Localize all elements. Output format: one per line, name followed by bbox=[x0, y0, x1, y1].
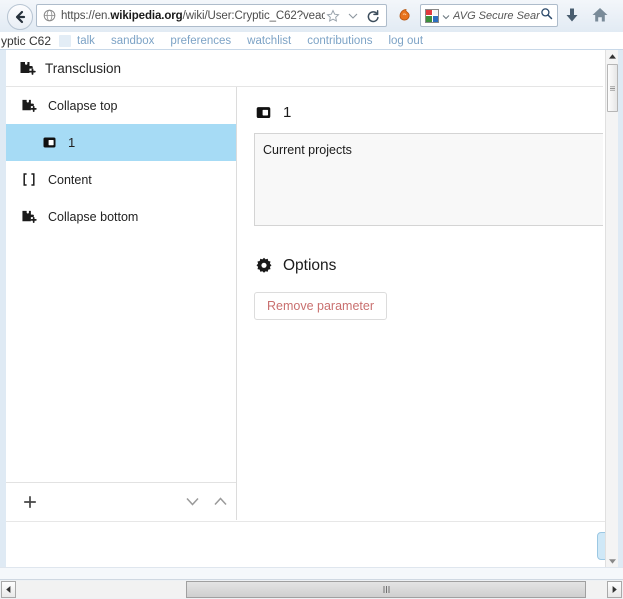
parameter-value-input[interactable] bbox=[254, 133, 603, 226]
triangle-up-icon[interactable] bbox=[606, 50, 618, 62]
search-input[interactable]: AVG Secure Search bbox=[453, 10, 540, 22]
vertical-scrollbar-thumb[interactable] bbox=[607, 64, 618, 112]
back-button[interactable] bbox=[7, 4, 33, 30]
remove-parameter-button[interactable]: Remove parameter bbox=[254, 292, 387, 320]
options-heading-label: Options bbox=[283, 256, 337, 274]
sidebar-item-content[interactable]: Content bbox=[6, 161, 236, 198]
puzzle-plus-icon bbox=[20, 97, 38, 115]
puzzle-plus-icon bbox=[18, 59, 36, 77]
parameter-icon bbox=[254, 103, 272, 121]
sidebar-item-label: 1 bbox=[68, 135, 76, 150]
download-arrow-icon[interactable] bbox=[563, 6, 581, 25]
sidebar-item-label: Collapse bottom bbox=[48, 209, 139, 224]
options-heading: Options bbox=[254, 256, 603, 275]
window-frame-bottom bbox=[0, 567, 623, 579]
parameter-icon bbox=[40, 134, 58, 152]
window-frame-right bbox=[618, 50, 623, 567]
gear-icon bbox=[254, 256, 273, 275]
dialog-main-panel: 1 Options Remove parameter bbox=[238, 87, 603, 520]
nav-link-preferences[interactable]: preferences bbox=[170, 35, 231, 47]
back-arrow-icon bbox=[13, 10, 27, 24]
sidebar-item-parameter-1[interactable]: 1 bbox=[6, 124, 236, 161]
parameter-heading-label: 1 bbox=[283, 103, 292, 121]
wiki-user-nav: yptic C62 talk sandbox preferences watch… bbox=[0, 32, 623, 50]
user-menu-icon[interactable] bbox=[59, 34, 72, 47]
page-viewport: Transclusion Collapse top 1 Content Coll… bbox=[6, 50, 611, 567]
chevron-up-icon[interactable] bbox=[208, 491, 232, 513]
grip-icon bbox=[383, 586, 389, 593]
browser-toolbar: https://en.wikipedia.org/wiki/User:Crypt… bbox=[0, 0, 623, 32]
nav-link-talk[interactable]: talk bbox=[77, 35, 95, 47]
nav-link-sandbox[interactable]: sandbox bbox=[111, 35, 154, 47]
address-bar[interactable]: https://en.wikipedia.org/wiki/User:Crypt… bbox=[36, 4, 387, 27]
chevron-down-icon[interactable] bbox=[345, 8, 360, 24]
globe-icon bbox=[42, 9, 56, 23]
transclusion-dialog: Transclusion Collapse top 1 Content Coll… bbox=[6, 50, 603, 520]
sidebar-toolbar bbox=[6, 482, 236, 520]
wiki-username[interactable]: yptic C62 bbox=[0, 34, 51, 48]
search-bar[interactable]: AVG Secure Search bbox=[420, 4, 558, 27]
sidebar-item-label: Content bbox=[48, 172, 92, 187]
sidebar-item-collapse-top[interactable]: Collapse top bbox=[6, 87, 236, 124]
dialog-below-area bbox=[6, 521, 611, 567]
home-icon[interactable] bbox=[590, 5, 610, 25]
search-icon[interactable] bbox=[540, 7, 553, 25]
horizontal-scrollbar[interactable] bbox=[0, 579, 623, 599]
orange-extension-icon[interactable] bbox=[396, 6, 414, 24]
sidebar-item-label: Collapse top bbox=[48, 98, 118, 113]
plus-icon[interactable] bbox=[20, 492, 40, 512]
address-bar-actions bbox=[325, 8, 386, 24]
dialog-sidebar: Collapse top 1 Content Collapse bottom bbox=[6, 87, 237, 520]
brackets-icon bbox=[20, 171, 38, 189]
dialog-title: Transclusion bbox=[45, 60, 122, 76]
reload-icon[interactable] bbox=[365, 8, 380, 24]
vertical-scrollbar[interactable] bbox=[605, 50, 618, 567]
grip-icon bbox=[610, 86, 615, 90]
avg-logo-icon bbox=[425, 8, 439, 23]
triangle-down-icon[interactable] bbox=[606, 555, 618, 567]
sidebar-item-collapse-bottom[interactable]: Collapse bottom bbox=[6, 198, 236, 235]
triangle-left-icon[interactable] bbox=[1, 581, 16, 598]
puzzle-plus-icon bbox=[20, 208, 38, 226]
nav-link-watchlist[interactable]: watchlist bbox=[247, 35, 291, 47]
horizontal-scrollbar-thumb[interactable] bbox=[186, 581, 586, 598]
browser-window: https://en.wikipedia.org/wiki/User:Crypt… bbox=[0, 0, 623, 599]
chevron-down-icon[interactable] bbox=[180, 491, 204, 513]
star-icon[interactable] bbox=[325, 8, 340, 24]
parameter-heading: 1 bbox=[254, 103, 603, 121]
triangle-right-icon[interactable] bbox=[607, 581, 622, 598]
nav-link-logout[interactable]: log out bbox=[388, 35, 423, 47]
chevron-down-icon[interactable] bbox=[442, 7, 450, 25]
transclusion-part-list: Collapse top 1 Content Collapse bottom bbox=[6, 87, 236, 482]
dialog-titlebar: Transclusion bbox=[6, 50, 603, 87]
address-bar-url: https://en.wikipedia.org/wiki/User:Crypt… bbox=[61, 9, 325, 22]
nav-link-contributions[interactable]: contributions bbox=[307, 35, 372, 47]
